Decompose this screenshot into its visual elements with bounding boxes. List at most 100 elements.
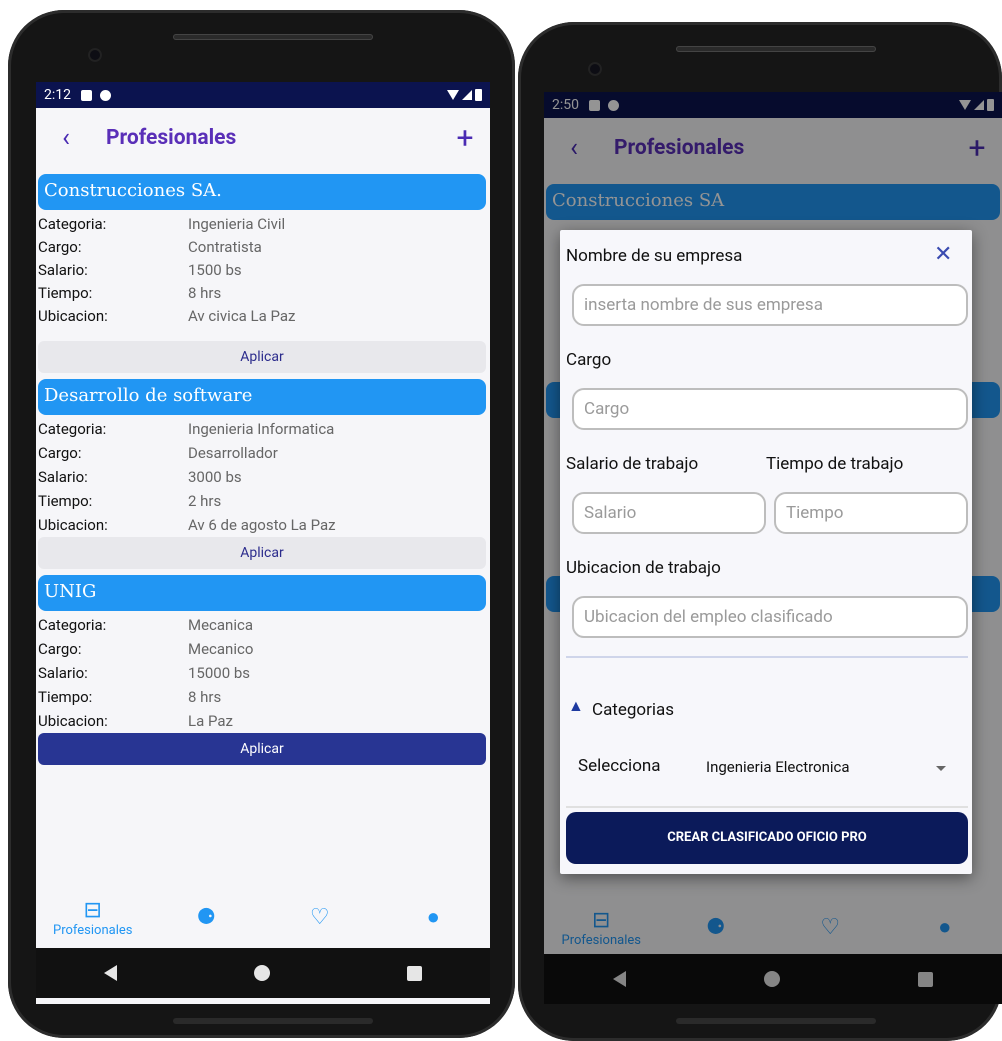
battery-icon xyxy=(475,89,482,101)
notification-icon xyxy=(81,89,92,101)
salario-label: Salario de trabajo xyxy=(566,454,699,474)
field-row-tiempo: Tiempo: 2 hrs xyxy=(38,492,478,514)
close-icon[interactable]: ✕ xyxy=(934,242,952,267)
nav-tab-categories[interactable]: ⚈ xyxy=(150,890,264,946)
field-value: Ingenieria Civil xyxy=(188,215,286,233)
wifi-icon xyxy=(447,90,459,100)
field-value: Mecanico xyxy=(188,640,254,658)
field-row-salario: Salario: 15000 bs xyxy=(38,664,478,686)
add-icon[interactable]: + xyxy=(440,121,490,156)
field-row-cargo: Cargo: Mecanico xyxy=(38,640,478,662)
back-nav-icon[interactable] xyxy=(104,965,118,981)
tiempo-label: Tiempo de trabajo xyxy=(766,454,904,474)
field-row-ubicacion: Ubicacion: Av 6 de agosto La Paz xyxy=(38,516,478,538)
field-row-tiempo: Tiempo: 8 hrs xyxy=(38,284,478,306)
field-label: Cargo: xyxy=(38,238,82,256)
app-bar: ‹ Profesionales + xyxy=(36,108,490,168)
apply-button[interactable]: Aplicar xyxy=(38,733,486,765)
field-label: Tiempo: xyxy=(38,284,93,302)
field-row-salario: Salario: 1500 bs xyxy=(38,261,478,283)
field-label: Ubicacion: xyxy=(38,307,108,325)
category-select[interactable]: Ingenieria Electronica xyxy=(706,758,850,776)
field-value: La Paz xyxy=(188,712,233,730)
field-label: Tiempo: xyxy=(38,492,93,510)
status-icons xyxy=(447,89,482,101)
field-row-ubicacion: Ubicacion: Av civica La Paz xyxy=(38,307,478,329)
field-row-categoria: Categoria: Mecanica xyxy=(38,616,478,638)
field-row-categoria: Categoria: Ingenieria Informatica xyxy=(38,420,478,442)
field-label: Tiempo: xyxy=(38,688,93,706)
category-shapes-icon: ▲ xyxy=(568,696,584,715)
system-navigation-bar xyxy=(36,948,490,998)
tiempo-input[interactable]: Tiempo xyxy=(774,492,968,534)
cargo-input[interactable]: Cargo xyxy=(572,388,968,430)
ubicacion-label: Ubicacion de trabajo xyxy=(566,558,721,578)
screen-right: 2:50 ‹ Profesionales + Construcciones SA… xyxy=(544,92,1002,1004)
ubicacion-input[interactable]: Ubicacion del empleo clasificado xyxy=(572,596,968,638)
home-nav-icon[interactable] xyxy=(253,965,270,981)
field-label: Salario: xyxy=(38,261,88,279)
bottom-speaker xyxy=(173,1018,373,1024)
front-camera xyxy=(588,62,602,76)
field-label: Categoria: xyxy=(38,215,107,233)
apply-button[interactable]: Aplicar xyxy=(38,537,486,569)
field-row-cargo: Cargo: Contratista xyxy=(38,238,478,260)
phone-frame-right: 2:50 ‹ Profesionales + Construcciones SA… xyxy=(518,22,1002,1041)
field-label: Salario: xyxy=(38,468,88,486)
salario-input[interactable]: Salario xyxy=(572,492,766,534)
field-label: Ubicacion: xyxy=(38,516,108,534)
field-label: Cargo: xyxy=(38,640,82,658)
status-bar: 2:12 xyxy=(36,82,490,108)
nav-tab-label: Profesionales xyxy=(53,922,133,938)
selecciona-label: Selecciona xyxy=(578,756,661,776)
field-value: Av 6 de agosto La Paz xyxy=(188,516,336,534)
field-row-cargo: Cargo: Desarrollador xyxy=(38,444,478,466)
categories-icon: ⚈ xyxy=(196,905,217,930)
field-value: Ingenieria Informatica xyxy=(188,420,335,438)
field-value: 3000 bs xyxy=(188,468,242,486)
company-label: Nombre de su empresa xyxy=(566,246,743,266)
divider xyxy=(566,656,968,658)
earpiece-speaker xyxy=(173,34,373,40)
recents-nav-icon[interactable] xyxy=(406,965,422,981)
field-value: Desarrollador xyxy=(188,444,278,462)
field-value: Mecanica xyxy=(188,616,254,634)
nav-tab-profesionales[interactable]: ⊟ Profesionales xyxy=(36,890,150,946)
nav-tab-favorites[interactable]: ♡ xyxy=(263,890,377,946)
front-camera xyxy=(88,48,102,62)
card-header: Construcciones SA. xyxy=(38,174,486,210)
field-label: Salario: xyxy=(38,664,88,682)
field-value: 2 hrs xyxy=(188,492,222,510)
cargo-label: Cargo xyxy=(566,350,612,370)
card-header: Desarrollo de software xyxy=(38,379,486,415)
apply-button[interactable]: Aplicar xyxy=(38,341,486,373)
field-row-ubicacion: Ubicacion: La Paz xyxy=(38,712,478,734)
briefcase-icon: ⊟ xyxy=(83,897,102,923)
field-label: Ubicacion: xyxy=(38,712,108,730)
back-icon[interactable]: ‹ xyxy=(36,123,96,153)
heart-icon: ♡ xyxy=(309,905,330,930)
divider xyxy=(566,806,968,808)
field-row-categoria: Categoria: Ingenieria Civil xyxy=(38,215,478,237)
status-time: 2:12 xyxy=(44,87,71,103)
create-job-dialog: Nombre de su empresa ✕ inserta nombre de… xyxy=(560,230,972,874)
screen-left: 2:12 ‹ Profesionales + Construcciones SA… xyxy=(36,82,490,1004)
sync-icon xyxy=(100,89,111,101)
phone-frame-left: 2:12 ‹ Profesionales + Construcciones SA… xyxy=(8,10,515,1038)
earpiece-speaker xyxy=(676,46,876,52)
signal-icon xyxy=(462,90,472,100)
field-row-salario: Salario: 3000 bs xyxy=(38,468,478,490)
categorias-label: Categorias xyxy=(592,700,675,720)
field-label: Categoria: xyxy=(38,616,107,634)
create-button[interactable]: CREAR CLASIFICADO OFICIO PRO xyxy=(566,812,968,864)
chevron-down-icon[interactable] xyxy=(936,766,946,771)
bottom-speaker xyxy=(676,1018,876,1024)
field-value: Av civica La Paz xyxy=(188,307,296,325)
field-value: 1500 bs xyxy=(188,261,242,279)
nav-tab-profile[interactable]: ● xyxy=(377,890,491,946)
field-value: 15000 bs xyxy=(188,664,251,682)
page-title: Profesionales xyxy=(106,126,237,150)
bottom-navigation: ⊟ Profesionales ⚈ ♡ ● xyxy=(36,890,490,946)
field-value: Contratista xyxy=(188,238,262,256)
company-input[interactable]: inserta nombre de sus empresa xyxy=(572,284,968,326)
